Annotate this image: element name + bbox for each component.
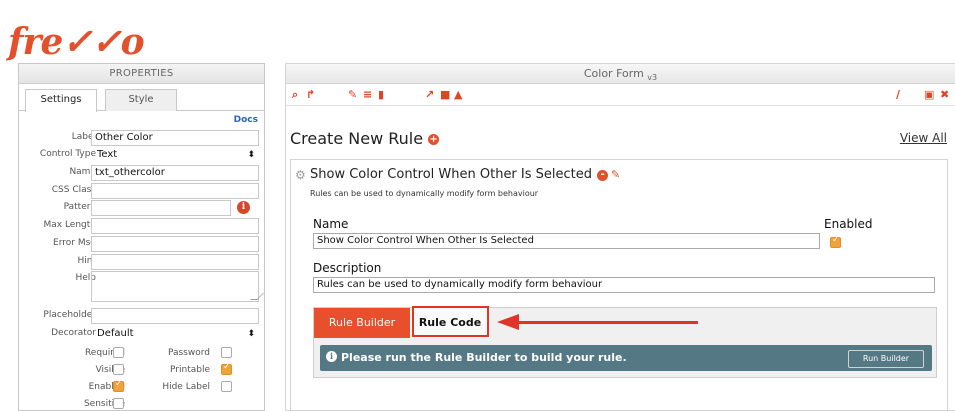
book-icon[interactable]: ■	[440, 88, 450, 102]
lock-icon[interactable]: ▲	[454, 88, 462, 102]
placeholder-input[interactable]	[91, 308, 259, 324]
info-icon: i	[326, 351, 337, 362]
required-checkbox[interactable]	[113, 347, 124, 358]
rule-header: ⚙ Show Color Control When Other Is Select…	[295, 167, 620, 182]
save-icon[interactable]: ▣	[924, 88, 934, 102]
highlight-box	[412, 306, 489, 337]
tab-rule-builder[interactable]: Rule Builder	[314, 308, 410, 338]
arrow-line	[519, 321, 698, 324]
sort-icon[interactable]: ↱	[306, 88, 315, 102]
name-input[interactable]: txt_othercolor	[91, 165, 259, 181]
alert-message: Please run the Rule Builder to build you…	[341, 351, 627, 364]
info-icon[interactable]: i	[237, 201, 250, 214]
rule-description-input[interactable]: Rules can be used to dynamically modify …	[313, 277, 935, 293]
docs-link[interactable]: Docs	[234, 115, 258, 125]
close-icon[interactable]: ✖	[940, 88, 949, 102]
visible-checkbox[interactable]	[113, 364, 124, 375]
list-icon[interactable]: ≡	[363, 88, 372, 102]
decorator-value: Default	[97, 328, 134, 339]
edit-rule-icon[interactable]: ✎	[611, 168, 620, 181]
error-msg-input[interactable]	[91, 236, 259, 252]
tab-style[interactable]: Style	[105, 89, 177, 111]
placeholder-label: Placeholder	[43, 310, 96, 320]
create-rule-heading: Create New Rule +	[290, 129, 440, 148]
tab-settings[interactable]: Settings	[25, 89, 97, 112]
name-row: Name txt_othercolor	[19, 165, 264, 181]
form-canvas: Color Form v3 ⌕ ↱ ✎ ≡ ▮ ↗ ■ ▲ ∕ ▣ ✖ Crea…	[285, 63, 955, 411]
magic-wand-icon[interactable]: ∕	[896, 88, 900, 102]
form-toolbar: ⌕ ↱ ✎ ≡ ▮ ↗ ■ ▲ ∕ ▣ ✖	[286, 84, 955, 106]
help-textarea[interactable]	[91, 271, 259, 302]
css-class-row: CSS Class	[19, 183, 264, 199]
rule-name-input[interactable]: Show Color Control When Other Is Selecte…	[313, 233, 820, 249]
printable-label: Printable	[170, 365, 210, 375]
hide-label-checkbox[interactable]	[221, 381, 232, 392]
placeholder-row: Placeholder	[19, 308, 264, 324]
pattern-input[interactable]	[91, 200, 231, 216]
external-link-icon[interactable]: ↗	[425, 88, 434, 102]
properties-tabs: Settings Style	[19, 84, 264, 112]
sensitive-checkbox[interactable]	[113, 398, 124, 409]
password-label: Password	[167, 348, 210, 358]
frevvo-logo: fre✓✓o	[8, 21, 145, 63]
max-length-input[interactable]	[91, 218, 259, 234]
max-length-row: Max Length	[19, 218, 264, 234]
add-rule-icon[interactable]: +	[428, 134, 440, 145]
help-row: Help	[19, 271, 264, 303]
css-class-input[interactable]	[91, 183, 259, 199]
properties-header: PROPERTIES	[19, 64, 264, 84]
rule-enabled-checkbox[interactable]	[830, 235, 841, 248]
rule-summary: Rules can be used to dynamically modify …	[310, 189, 539, 198]
rule-description-label: Description	[313, 261, 382, 275]
control-type-select[interactable]: Text ⬍	[91, 147, 259, 163]
rule-name-label: Name	[313, 217, 349, 231]
printable-checkbox[interactable]	[221, 362, 232, 375]
gear-icon[interactable]: ⚙	[295, 168, 307, 182]
max-length-label: Max Length	[43, 220, 96, 230]
view-all-link[interactable]: View All	[900, 131, 947, 145]
css-class-label: CSS Class	[51, 185, 96, 195]
password-checkbox[interactable]	[221, 347, 232, 358]
form-title: Color Form	[583, 67, 644, 80]
error-msg-row: Error Msg	[19, 236, 264, 252]
hint-input[interactable]	[91, 254, 259, 270]
document-icon[interactable]: ▮	[378, 88, 384, 102]
chevron-updown-icon: ⬍	[247, 150, 255, 160]
decorator-row: Decorator Default ⬍	[19, 326, 264, 342]
arrow-head	[497, 314, 519, 330]
control-type-value: Text	[97, 149, 118, 160]
info-alert: i Please run the Rule Builder to build y…	[320, 345, 932, 371]
rule-builder-panel: Rule Builder Rule Code i Please run the …	[313, 306, 937, 378]
hint-row: Hint	[19, 254, 264, 270]
run-builder-button[interactable]: Run Builder	[848, 350, 924, 368]
decorator-label: Decorator	[51, 328, 96, 338]
control-type-row: Control Type Text ⬍	[19, 147, 264, 163]
control-type-label: Control Type	[39, 149, 96, 159]
rule-card: ⚙ Show Color Control When Other Is Select…	[290, 159, 948, 410]
pattern-row: Pattern i	[19, 200, 264, 216]
search-icon[interactable]: ⌕	[292, 88, 298, 102]
form-version: v3	[647, 73, 658, 83]
properties-panel: PROPERTIES Settings Style Docs Label Oth…	[18, 63, 265, 411]
label-input[interactable]: Other Color	[91, 130, 259, 146]
rule-enabled-label: Enabled	[824, 217, 873, 231]
rule-title: Show Color Control When Other Is Selecte…	[310, 167, 593, 182]
remove-rule-icon[interactable]: -	[597, 170, 609, 181]
chevron-updown-icon: ⬍	[247, 329, 255, 339]
decorator-select[interactable]: Default ⬍	[91, 326, 259, 342]
create-rule-label: Create New Rule	[290, 129, 424, 148]
form-title-bar: Color Form v3	[286, 64, 955, 84]
label-row: Label Other Color	[19, 130, 264, 146]
error-msg-label: Error Msg	[53, 238, 96, 248]
enabled-checkbox[interactable]	[113, 379, 124, 392]
hide-label-label: Hide Label	[162, 382, 210, 392]
pencil-icon[interactable]: ✎	[348, 88, 357, 102]
